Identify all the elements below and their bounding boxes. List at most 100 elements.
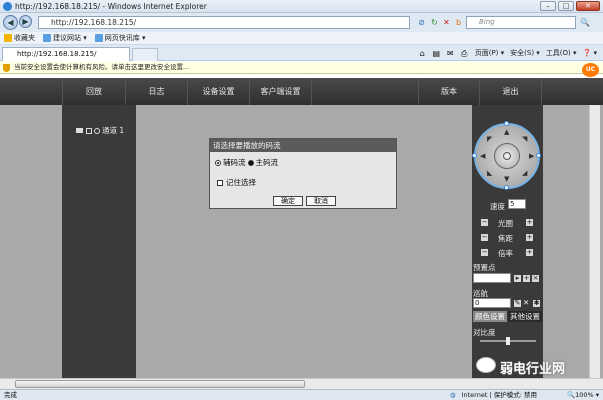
channel-list-panel: 通道 1	[62, 105, 136, 383]
tab-bar: http://192.168.18.215/ ⌂ ▤ ✉ ⎙ 页面(P) ▾ 安…	[0, 45, 603, 61]
menu-exit[interactable]: 退出	[480, 78, 542, 105]
ptz-home-button[interactable]	[503, 152, 511, 160]
dialog-title: 请选择要播放的码流	[210, 139, 396, 152]
internet-zone-icon: ◍	[449, 391, 456, 399]
star-icon	[4, 34, 12, 42]
arrow-down-left-icon[interactable]: ◣	[487, 169, 492, 177]
ptz-control-panel: ▲ ▼ ◀ ▶ ◤ ◥ ◣ ◢ 速度 5 − 光圈 + − 焦距 + − 倍率 …	[472, 105, 543, 383]
ptz-center-ring	[494, 143, 520, 169]
resize-handle	[472, 153, 477, 158]
print-icon[interactable]: ⎙	[460, 49, 469, 58]
new-tab-button[interactable]	[132, 48, 158, 61]
wechat-logo-icon	[476, 357, 496, 373]
cruise-delete-icon[interactable]: ✕	[523, 298, 529, 307]
arrow-up-left-icon[interactable]: ◤	[487, 135, 492, 143]
ok-button[interactable]: 确定	[273, 196, 303, 206]
arrow-down-right-icon[interactable]: ◢	[522, 169, 527, 177]
channel-item[interactable]: 通道 1	[76, 125, 124, 136]
menu-device-settings[interactable]: 设备设置	[188, 78, 250, 105]
address-input[interactable]: http://192.168.18.215/	[38, 16, 410, 29]
contrast-slider-thumb[interactable]	[506, 337, 510, 345]
preset-goto-icon[interactable]: ▸	[514, 275, 521, 282]
back-button[interactable]: ◀	[3, 15, 18, 30]
zoom-minus-button[interactable]: −	[481, 249, 488, 256]
search-icon[interactable]: 🔍	[580, 18, 590, 27]
home-icon[interactable]: ⌂	[418, 49, 427, 58]
refresh-icon[interactable]: ↻	[430, 18, 439, 27]
vertical-scrollbar[interactable]	[589, 105, 600, 383]
horizontal-scroll-thumb[interactable]	[15, 380, 305, 388]
menu-help[interactable]: ❓ ▾	[583, 49, 597, 57]
tab-other-settings[interactable]: 其他设置	[508, 311, 542, 322]
arrow-right-icon[interactable]: ▶	[529, 152, 534, 160]
fav-item-suggested[interactable]: 建议网站 ▾	[43, 33, 87, 43]
minimize-button[interactable]: –	[540, 1, 556, 11]
cruise-start-icon[interactable]: ✱	[533, 300, 540, 307]
cruise-edit-icon[interactable]: ✎	[514, 300, 521, 307]
remember-choice: 记住选择	[217, 177, 256, 188]
camera-icon	[76, 128, 83, 133]
left-margin	[0, 105, 62, 383]
feeds-icon[interactable]: ▤	[432, 49, 441, 58]
remember-checkbox[interactable]	[217, 179, 223, 186]
window-title: http://192.168.18.215/ - Windows Interne…	[15, 1, 207, 11]
menu-log[interactable]: 日志	[126, 78, 188, 105]
menu-tools[interactable]: 工具(O) ▾	[546, 48, 577, 58]
arrow-up-right-icon[interactable]: ◥	[522, 135, 527, 143]
cruise-select[interactable]: 0	[473, 298, 511, 308]
address-toolbar: ◀ ▶ http://192.168.18.215/ ⊘ ↻ ✕ b Bing …	[0, 13, 603, 32]
cancel-button[interactable]: 取消	[306, 196, 336, 206]
mail-icon[interactable]: ✉	[446, 49, 455, 58]
watermark: 弱电行业网	[476, 355, 596, 377]
speed-select[interactable]: 5	[508, 199, 526, 209]
search-input[interactable]: Bing	[466, 16, 576, 29]
command-bar: ⌂ ▤ ✉ ⎙ 页面(P) ▾ 安全(S) ▾ 工具(O) ▾ ❓ ▾	[418, 48, 597, 58]
menu-version[interactable]: 版本	[418, 78, 480, 105]
main-stream-radio[interactable]	[247, 159, 254, 166]
watermark-text: 弱电行业网	[500, 362, 566, 377]
tab-current[interactable]: http://192.168.18.215/	[2, 47, 130, 61]
menu-page[interactable]: 页面(P) ▾	[475, 48, 504, 58]
arrow-up-icon[interactable]: ▲	[504, 128, 509, 136]
fav-item-webslice[interactable]: 网页快讯库 ▾	[94, 33, 146, 43]
channel-label: 通道 1	[102, 126, 125, 135]
page-icon	[43, 34, 51, 42]
preset-select[interactable]	[473, 273, 511, 283]
zoom-plus-button[interactable]: +	[526, 249, 533, 256]
bing-logo-icon: b	[455, 18, 462, 27]
iris-minus-button[interactable]: −	[481, 219, 488, 226]
forward-button[interactable]: ▶	[19, 15, 32, 28]
info-text: 当前安全设置会使计算机有风险。请单击这里更改安全设置...	[14, 63, 190, 71]
menu-safety[interactable]: 安全(S) ▾	[510, 48, 540, 58]
resize-handle	[504, 185, 509, 190]
iris-label: 光圈	[498, 219, 513, 228]
stop-icon[interactable]: ✕	[442, 18, 451, 27]
close-button[interactable]: ✕	[576, 1, 600, 11]
preset-set-icon[interactable]: +	[523, 275, 530, 282]
horizontal-scrollbar[interactable]	[0, 378, 603, 389]
ie-logo-icon	[3, 1, 12, 11]
security-zone[interactable]: Internet | 保护模式: 禁用	[462, 390, 537, 400]
app-area: 回放 日志 设备设置 客户端设置 版本 退出 通道 1 请选择要播放的码流 辅码…	[0, 78, 603, 383]
maximize-button[interactable]: □	[558, 1, 574, 11]
menu-playback[interactable]: 回放	[62, 78, 126, 105]
record-icon	[86, 127, 92, 134]
browser-badge-icon: UC	[582, 63, 599, 77]
preset-delete-icon[interactable]: ×	[532, 275, 539, 282]
sub-stream-radio[interactable]	[215, 159, 221, 166]
ptz-direction-pad[interactable]: ▲ ▼ ◀ ▶ ◤ ◥ ◣ ◢	[472, 121, 541, 190]
arrow-down-icon[interactable]: ▼	[504, 175, 509, 183]
iris-plus-button[interactable]: +	[526, 219, 533, 226]
focus-plus-button[interactable]: +	[526, 234, 533, 241]
focus-minus-button[interactable]: −	[481, 234, 488, 241]
zoom-level[interactable]: 🔍100% ▾	[567, 390, 599, 400]
main-stream-label: 主码流	[255, 158, 279, 167]
security-info-bar[interactable]: 当前安全设置会使计算机有风险。请单击这里更改安全设置...	[0, 62, 603, 74]
favorites-button[interactable]: 收藏夹	[4, 33, 35, 43]
play-icon	[94, 127, 100, 134]
tab-color-settings[interactable]: 颜色设置	[473, 311, 507, 322]
arrow-left-icon[interactable]: ◀	[480, 152, 485, 160]
compat-view-icon[interactable]: ⊘	[417, 18, 426, 27]
sub-stream-label: 辅码流	[223, 158, 246, 167]
menu-client-settings[interactable]: 客户端设置	[250, 78, 312, 105]
